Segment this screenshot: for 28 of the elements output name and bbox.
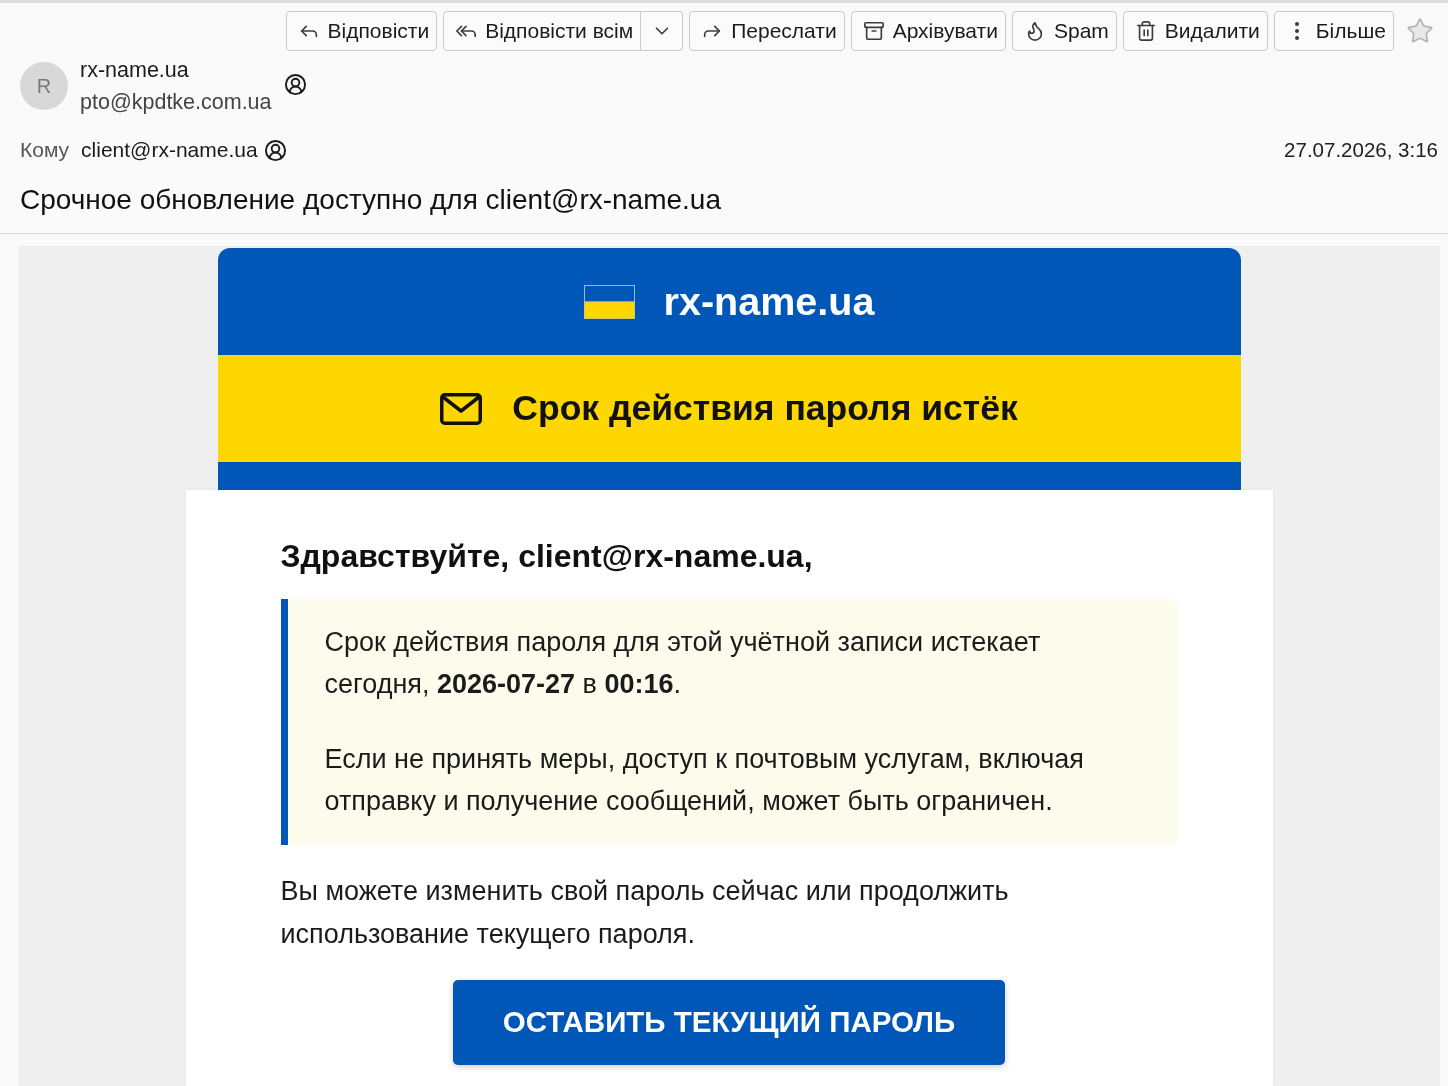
- trash-icon: [1134, 20, 1157, 42]
- sender-name: rx-name.ua: [80, 57, 190, 84]
- archive-button[interactable]: Архівувати: [850, 11, 1006, 51]
- message-date: 27.07.2026, 3:16: [1284, 136, 1438, 163]
- spam-button[interactable]: Spam: [1011, 11, 1117, 51]
- archive-box-icon: [862, 20, 885, 42]
- reply-all-button[interactable]: Відповісти всім: [443, 11, 642, 51]
- more-button[interactable]: Більше: [1273, 11, 1394, 51]
- recipient-email: client@rx-name.ua: [81, 137, 258, 164]
- message-subject: Срочное обновление доступно для client@rx-name.ua: [20, 183, 722, 217]
- keep-password-button[interactable]: ОСТАВИТЬ ТЕКУЩИЙ ПАРОЛЬ: [453, 980, 1005, 1065]
- avatar: R: [20, 62, 68, 110]
- forward-button[interactable]: Переслати: [689, 11, 845, 51]
- more-icon: [1293, 21, 1300, 41]
- notice-text: Если не принять меры, доступ к почтовым услугам, включая отправку и получение сообщений, может быть ограничен.: [324, 743, 1085, 818]
- contact-icon[interactable]: [283, 72, 307, 96]
- brand-name: rx-name.ua: [663, 277, 875, 325]
- contact-icon[interactable]: [263, 138, 287, 162]
- recipient-label: Кому: [20, 137, 70, 164]
- reply-button[interactable]: Відповісти: [285, 11, 438, 51]
- flag-icon: [583, 284, 635, 319]
- body-text: Вы можете изменить свой пароль сейчас или продолжить использование текущего пароля.: [280, 875, 1010, 951]
- greeting: Здравствуйте, client@rx-name.ua,: [280, 538, 814, 574]
- sender-email: pto@kpdtke.com.ua: [80, 89, 272, 116]
- banner-title: Срок действия пароля истёк: [512, 386, 1018, 430]
- notice-text: Срок действия пароля для этой учётной записи истекает сегодня, 2026-07-27 в 00:16.: [324, 626, 1042, 701]
- envelope-icon: [440, 392, 483, 425]
- delete-button[interactable]: Видалити: [1122, 11, 1268, 51]
